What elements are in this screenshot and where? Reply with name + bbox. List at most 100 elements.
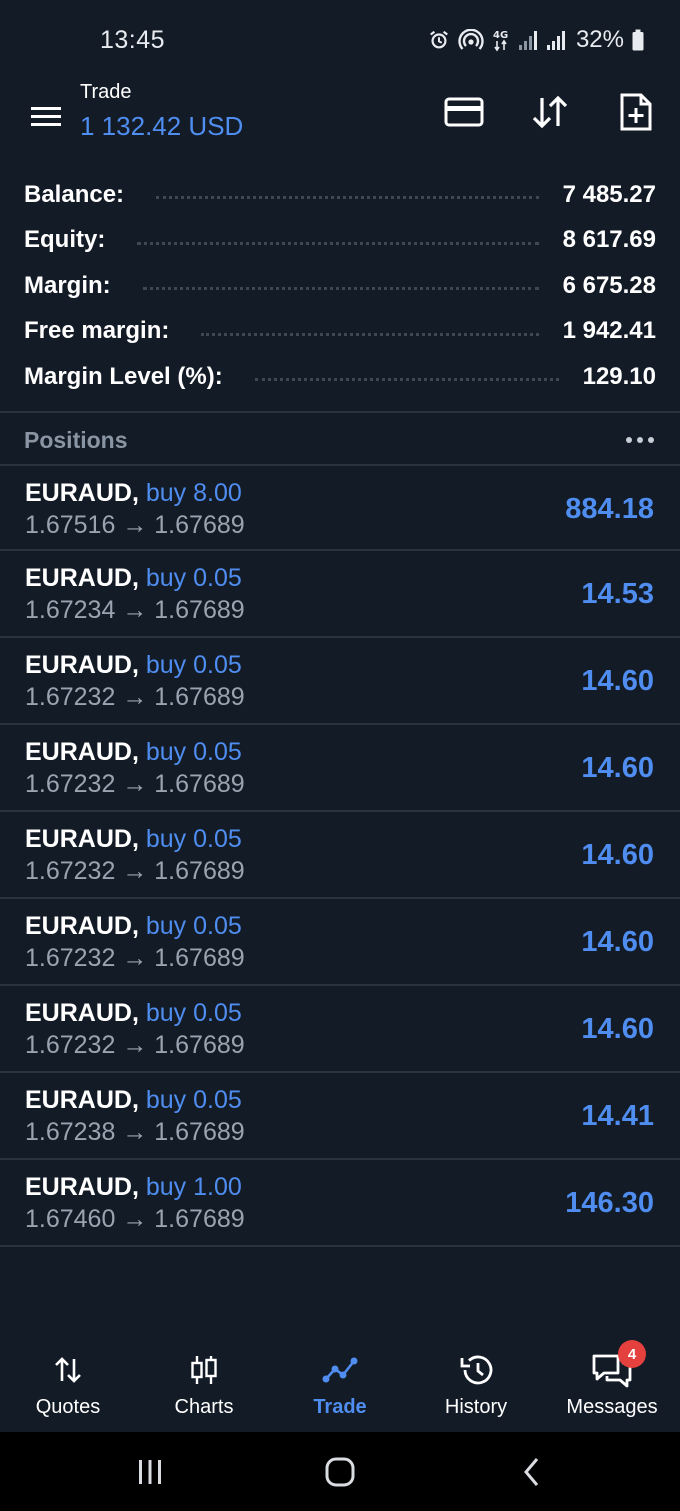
current-price: 1.67689 [154, 596, 245, 624]
open-price: 1.67232 [25, 1031, 116, 1059]
position-title: EURAUD, buy 0.05 [25, 738, 242, 767]
unread-badge: 4 [618, 1340, 646, 1368]
positions-more-button[interactable] [624, 426, 656, 454]
new-document-icon [620, 93, 652, 131]
recents-button[interactable] [130, 1454, 170, 1490]
position-row[interactable]: EURAUD, buy 0.05 1.67238 → 1.67689 14.41 [0, 1073, 680, 1160]
current-price: 1.67689 [154, 1118, 245, 1146]
sort-button[interactable] [528, 90, 572, 134]
position-side: buy 0.05 [145, 912, 242, 940]
summary-value: 1 942.41 [562, 317, 656, 345]
position-prices: 1.67516 → 1.67689 [25, 511, 245, 540]
position-symbol: EURAUD, [25, 912, 139, 940]
nav-label: Charts [174, 1396, 234, 1418]
open-price: 1.67460 [25, 1205, 116, 1233]
position-title: EURAUD, buy 1.00 [25, 1173, 242, 1202]
position-prices: 1.67232 → 1.67689 [25, 944, 245, 973]
nav-label: Messages [566, 1396, 658, 1418]
mt-trade-screen: 13:45 4G 32% Trade 1 132.42 USD Balance:… [0, 0, 680, 1511]
deposit-button[interactable] [442, 90, 486, 134]
current-price: 1.67689 [154, 683, 245, 711]
position-side: buy 8.00 [145, 479, 242, 507]
account-summary: Balance: 7 485.27 Equity: 8 617.69 Margi… [0, 172, 680, 400]
status-bar: 13:45 4G 32% [0, 0, 680, 80]
position-row[interactable]: EURAUD, buy 0.05 1.67232 → 1.67689 14.60 [0, 812, 680, 899]
battery-icon [632, 29, 644, 51]
nav-messages[interactable]: Messages 4 [544, 1340, 680, 1432]
nav-trade[interactable]: Trade [272, 1340, 408, 1432]
open-price: 1.67232 [25, 944, 116, 972]
position-title: EURAUD, buy 8.00 [25, 479, 242, 508]
summary-label: Margin Level (%): [24, 362, 223, 390]
summary-value: 6 675.28 [562, 271, 656, 299]
position-profit: 14.41 [581, 1100, 654, 1132]
battery-level: 32% [575, 26, 624, 53]
summary-value: 7 485.27 [562, 180, 656, 208]
signal-icon [518, 29, 538, 51]
current-price: 1.67689 [154, 857, 245, 885]
summary-value: 129.10 [582, 362, 656, 390]
sort-icon [532, 95, 568, 129]
arrow-right-icon: → [122, 1118, 148, 1146]
position-row[interactable]: EURAUD, buy 0.05 1.67232 → 1.67689 14.60 [0, 986, 680, 1073]
position-profit: 146.30 [565, 1187, 654, 1219]
position-row[interactable]: EURAUD, buy 0.05 1.67232 → 1.67689 14.60 [0, 638, 680, 725]
position-symbol: EURAUD, [25, 999, 139, 1027]
open-price: 1.67232 [25, 770, 116, 798]
open-price: 1.67232 [25, 683, 116, 711]
nav-history[interactable]: History [408, 1340, 544, 1432]
hotspot-icon [458, 29, 484, 51]
nav-label: Trade [313, 1396, 367, 1418]
current-price: 1.67689 [154, 1205, 245, 1233]
dotted-leader [142, 287, 539, 291]
nav-label: Quotes [35, 1396, 101, 1418]
nav-quotes[interactable]: Quotes [0, 1340, 136, 1432]
current-price: 1.67689 [154, 511, 245, 539]
nav-label: History [444, 1396, 508, 1418]
summary-row-free-margin: Free margin: 1 942.41 [0, 309, 680, 355]
position-title: EURAUD, buy 0.05 [25, 999, 242, 1028]
position-row[interactable]: EURAUD, buy 0.05 1.67232 → 1.67689 14.60 [0, 725, 680, 812]
position-side: buy 1.00 [145, 1173, 242, 1201]
current-price: 1.67689 [154, 1031, 245, 1059]
summary-row-margin-level: Margin Level (%): 129.10 [0, 354, 680, 400]
arrow-right-icon: → [122, 944, 148, 972]
positions-header: Positions [0, 414, 680, 464]
menu-button[interactable] [28, 98, 64, 134]
home-button[interactable] [320, 1454, 360, 1490]
candlestick-icon [189, 1348, 219, 1392]
status-icons: 4G 32% [428, 26, 644, 54]
position-side: buy 0.05 [145, 564, 242, 592]
nav-charts[interactable]: Charts [136, 1340, 272, 1432]
dotted-leader [137, 241, 539, 245]
arrow-right-icon: → [122, 596, 148, 624]
quotes-icon [53, 1348, 83, 1392]
position-side: buy 0.05 [145, 738, 242, 766]
position-row[interactable]: EURAUD, buy 1.00 1.67460 → 1.67689 146.3… [0, 1160, 680, 1247]
position-prices: 1.67234 → 1.67689 [25, 596, 245, 625]
position-profit: 14.60 [581, 926, 654, 958]
position-symbol: EURAUD, [25, 825, 139, 853]
position-row[interactable]: EURAUD, buy 0.05 1.67232 → 1.67689 14.60 [0, 899, 680, 986]
summary-row-margin: Margin: 6 675.28 [0, 263, 680, 309]
position-symbol: EURAUD, [25, 1086, 139, 1114]
recents-icon [139, 1460, 161, 1484]
app-header: Trade 1 132.42 USD [0, 80, 680, 160]
position-row[interactable]: EURAUD, buy 0.05 1.67234 → 1.67689 14.53 [0, 551, 680, 638]
back-button[interactable] [512, 1454, 552, 1490]
position-row[interactable]: EURAUD, buy 8.00 1.67516 → 1.67689 884.1… [0, 464, 680, 551]
position-prices: 1.67232 → 1.67689 [25, 857, 245, 886]
new-order-button[interactable] [614, 90, 658, 134]
position-title: EURAUD, buy 0.05 [25, 825, 242, 854]
position-symbol: EURAUD, [25, 564, 139, 592]
dotted-leader [156, 196, 539, 200]
position-profit: 14.53 [581, 578, 654, 610]
section-divider [0, 411, 680, 413]
position-profit: 884.18 [565, 493, 654, 525]
summary-label: Balance: [24, 180, 125, 208]
arrow-right-icon: → [122, 770, 148, 798]
position-prices: 1.67232 → 1.67689 [25, 683, 245, 712]
arrow-right-icon: → [122, 683, 148, 711]
position-side: buy 0.05 [145, 651, 242, 679]
summary-row-equity: Equity: 8 617.69 [0, 218, 680, 264]
